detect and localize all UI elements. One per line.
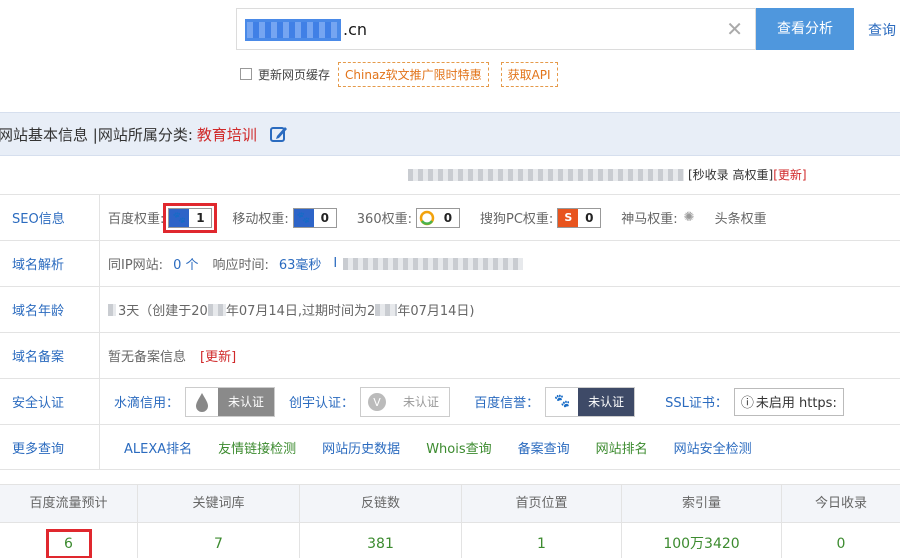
more-row: 更多查询 ALEXA排名 友情链接检测 网站历史数据 Whois查询 备案查询 …	[0, 424, 900, 470]
toutiao-weight[interactable]: 头条权重	[715, 208, 767, 227]
promo-link[interactable]: Chinaz软文推广限时特惠	[338, 61, 489, 87]
mobile-weight[interactable]: 移动权重: 🐾 0	[232, 207, 337, 228]
shuidi-badge[interactable]: 未认证	[185, 386, 276, 417]
security-row: 安全认证 水滴信用： 未认证 创宇认证： V 未认证 百度信誉： 🐾 未认证 S…	[0, 378, 900, 424]
stat-header: 百度流量预计	[0, 484, 138, 522]
domain-age-text: 3天（创建于20	[118, 304, 208, 319]
blurred-domain	[247, 22, 337, 38]
security-label: 安全认证	[0, 379, 100, 424]
info-table: SEO信息 百度权重: 🐾 1 移动权重: 🐾 0 360权重: 0 搜狗PC权…	[0, 194, 900, 470]
loading-spinner-icon: ✺	[683, 210, 695, 225]
stat-header: 首页位置	[462, 484, 622, 522]
clear-icon[interactable]: ✕	[726, 18, 743, 40]
sub-note: [秒收录 高权重] [更新]	[408, 166, 807, 183]
water-drop-icon	[186, 387, 219, 416]
360-icon	[417, 209, 437, 227]
update-cache-checkbox[interactable]	[240, 68, 252, 80]
seo-row: SEO信息 百度权重: 🐾 1 移动权重: 🐾 0 360权重: 0 搜狗PC权…	[0, 194, 900, 240]
weight-360[interactable]: 360权重: 0	[357, 207, 460, 228]
icp-label: 域名备案	[0, 333, 100, 378]
baidu-paw-icon: 🐾	[169, 208, 190, 227]
stat-header: 索引量	[622, 484, 782, 522]
site-info-title-bar: 网站基本信息 |网站所属分类: 教育培训	[0, 112, 900, 156]
security-check-link[interactable]: 网站安全检测	[674, 438, 752, 457]
info-icon: ⓘ	[740, 396, 754, 411]
dns-label: 域名解析	[0, 241, 100, 286]
site-rank-link[interactable]: 网站排名	[596, 438, 648, 457]
search-value: .cn	[245, 19, 372, 41]
alexa-link[interactable]: ALEXA排名	[124, 438, 192, 457]
keyword-count[interactable]: 7	[138, 522, 300, 558]
response-time: 63毫秒	[278, 258, 322, 273]
baidu-traffic-value[interactable]: 6	[45, 529, 92, 558]
analyze-button[interactable]: 查看分析	[756, 8, 854, 50]
index-count[interactable]: 100万3420	[622, 522, 782, 558]
domain-search-input[interactable]: .cn ✕	[236, 8, 756, 50]
stat-header: 反链数	[300, 484, 462, 522]
ssl-status[interactable]: ⓘ 未启用 https:	[733, 387, 844, 416]
sogou-icon: S	[558, 208, 579, 227]
cache-row: 更新网页缓存 Chinaz软文推广限时特惠 获取API	[240, 61, 570, 87]
stats-values: 6 7 381 1 100万3420 0	[0, 522, 900, 558]
icp-text: 暂无备案信息	[108, 350, 187, 365]
stats-table: 百度流量预计 关键词库 反链数 首页位置 索引量 今日收录 6 7 381 1 …	[0, 484, 900, 558]
edit-icon[interactable]	[269, 124, 289, 144]
friend-link-check[interactable]: 友情链接检测	[218, 438, 296, 457]
backlink-count[interactable]: 381	[300, 522, 462, 558]
blurred-text	[408, 168, 684, 181]
baidu-reputation-badge[interactable]: 🐾 未认证	[545, 386, 636, 417]
api-link[interactable]: 获取API	[500, 61, 558, 87]
history-data-link[interactable]: 网站历史数据	[322, 438, 400, 457]
icp-row: 域名备案 暂无备案信息 [更新]	[0, 332, 900, 378]
age-row: 域名年龄 3天（创建于20 年07月14日,过期时间为2 年07月14日)	[0, 286, 900, 332]
icp-query-link[interactable]: 备案查询	[518, 438, 570, 457]
same-ip-count[interactable]: 0 个	[173, 254, 198, 273]
seo-label: SEO信息	[0, 195, 100, 240]
today-indexed[interactable]: 0	[782, 522, 900, 558]
blurred-ip	[343, 257, 524, 270]
more-label: 更多查询	[0, 425, 100, 469]
whois-link[interactable]: Whois查询	[426, 438, 491, 457]
site-category: 教育培训	[196, 125, 257, 144]
query-link[interactable]: 查询	[868, 20, 896, 40]
icp-update-link[interactable]: [更新]	[200, 346, 236, 365]
section-title: 网站基本信息 |网站所属分类:	[0, 125, 193, 144]
dns-row: 域名解析 同IP网站: 0 个 响应时间: 63毫秒 I	[0, 240, 900, 286]
stat-header: 今日收录	[782, 484, 900, 522]
sub-note-update-link[interactable]: [更新]	[773, 166, 806, 183]
stat-header: 关键词库	[138, 484, 300, 522]
baidu-paw-icon: 🐾	[546, 387, 579, 416]
chuangzi-badge[interactable]: V 未认证	[360, 386, 451, 417]
baidu-weight-badge[interactable]: 🐾 1	[163, 202, 218, 233]
age-label: 域名年龄	[0, 287, 100, 332]
stats-header: 百度流量预计 关键词库 反链数 首页位置 索引量 今日收录	[0, 484, 900, 522]
update-cache-label: 更新网页缓存	[258, 67, 331, 82]
baidu-paw-icon: 🐾	[293, 208, 314, 227]
shenma-weight[interactable]: 神马权重: ✺	[621, 208, 694, 227]
shield-v-icon: V	[361, 387, 394, 416]
svg-text:V: V	[373, 396, 381, 409]
homepage-position[interactable]: 1	[462, 522, 622, 558]
sogou-weight[interactable]: 搜狗PC权重: S 0	[480, 207, 602, 228]
baidu-weight[interactable]: 百度权重: 🐾 1	[108, 202, 218, 233]
